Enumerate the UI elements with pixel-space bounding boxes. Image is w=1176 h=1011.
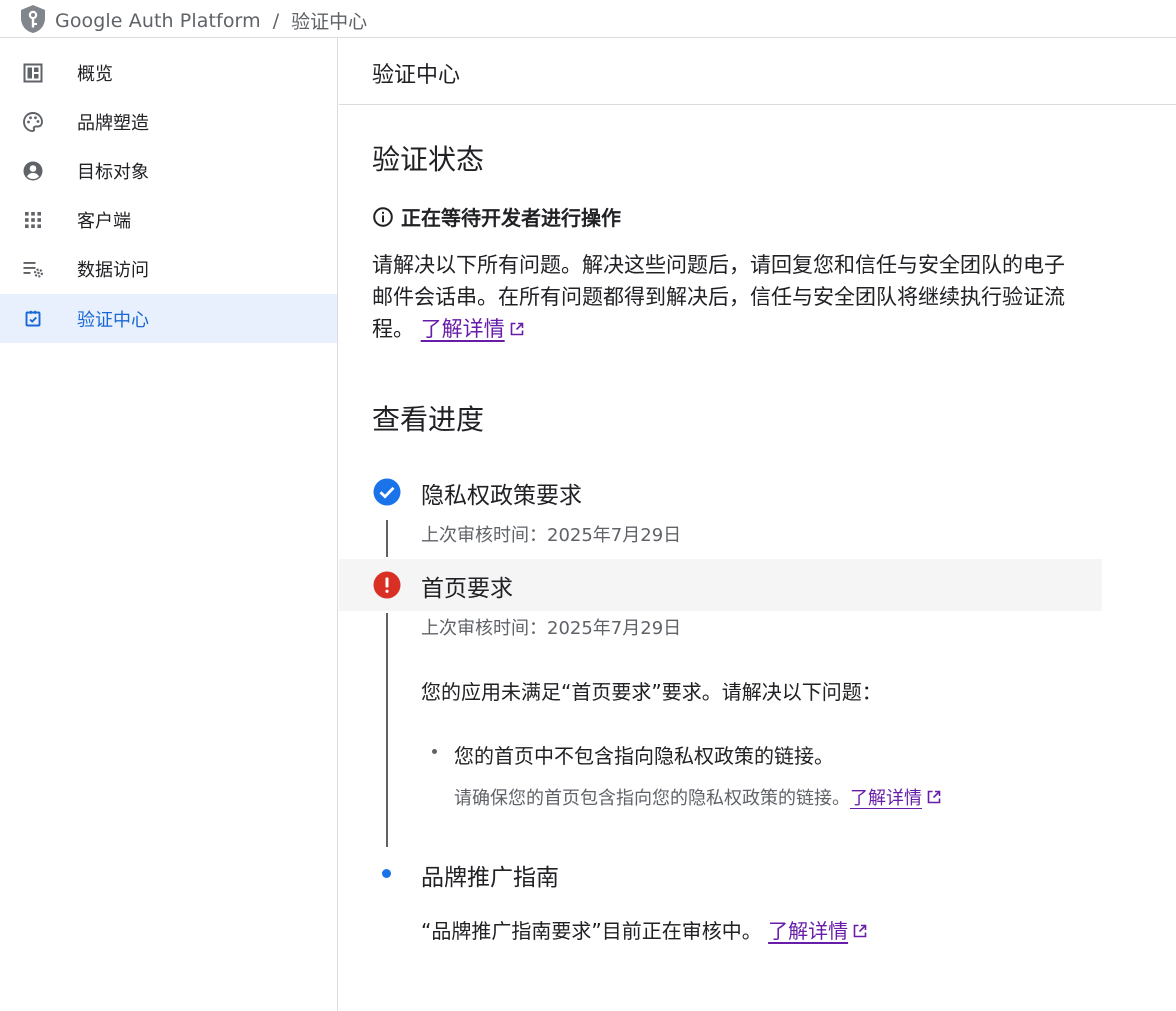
check-circle-icon xyxy=(373,478,401,506)
step-row-homepage[interactable]: 首页要求 xyxy=(339,559,1102,611)
issue-detail-text: 请确保您的首页包含指向您的隐私权政策的链接。 xyxy=(454,788,850,809)
sidebar-item-audience[interactable]: 目标对象 xyxy=(0,146,337,195)
timeline-connector xyxy=(386,613,388,847)
error-icon xyxy=(373,571,401,599)
list-settings-icon xyxy=(23,262,44,278)
step-title: 隐私权政策要求 xyxy=(421,483,582,509)
external-link-icon xyxy=(853,924,867,938)
issue-bullet xyxy=(432,749,437,754)
shield-key-icon xyxy=(21,5,45,33)
step-title: 首页要求 xyxy=(421,576,513,602)
sidebar-nav: 概览 品牌塑造 目标对象 客户端 数据访问 验证中心 xyxy=(0,38,338,1011)
sidebar-item-label: 目标对象 xyxy=(77,162,149,183)
external-link-icon xyxy=(927,790,941,804)
status-description: 请解决以下所有问题。解决这些问题后，请回复您和信任与安全团队的电子邮件会话串。在… xyxy=(372,249,1082,345)
breadcrumb-separator: / xyxy=(272,9,280,32)
status-line: 正在等待开发者进行操作 xyxy=(372,202,621,231)
status-text: 正在等待开发者进行操作 xyxy=(401,206,621,230)
info-icon xyxy=(373,206,393,227)
account-circle-icon xyxy=(23,161,43,181)
step-last-review: 上次审核时间：2025年7月29日 xyxy=(421,618,682,639)
top-bar: Google Auth Platform / 验证中心 xyxy=(0,0,1176,38)
learn-more-link[interactable]: 了解详情 xyxy=(768,919,848,943)
grid-icon xyxy=(25,212,41,228)
issue-detail: 请确保您的首页包含指向您的隐私权政策的链接。了解详情 xyxy=(454,784,942,810)
external-link-icon xyxy=(510,322,523,336)
verification-status-heading: 验证状态 xyxy=(372,143,485,176)
sidebar-item-label: 数据访问 xyxy=(77,260,149,281)
dashboard-icon xyxy=(23,63,43,83)
breadcrumb-app-name[interactable]: Google Auth Platform xyxy=(55,10,261,32)
issue-title: 您的首页中不包含指向隐私权政策的链接。 xyxy=(454,744,834,768)
sidebar-item-label: 品牌塑造 xyxy=(77,113,149,134)
step-message: 您的应用未满足“首页要求”要求。请解决以下问题： xyxy=(421,680,882,704)
page-title: 验证中心 xyxy=(372,63,461,88)
step-message-row: “品牌推广指南要求”目前正在审核中。 了解详情 xyxy=(421,915,868,944)
step-title: 品牌推广指南 xyxy=(421,865,559,891)
sidebar-item-label: 概览 xyxy=(77,64,113,85)
sidebar-item-label: 验证中心 xyxy=(77,310,149,331)
sidebar-item-clients[interactable]: 客户端 xyxy=(0,195,337,244)
learn-more-link[interactable]: 了解详情 xyxy=(850,788,922,809)
sidebar-item-data-access[interactable]: 数据访问 xyxy=(0,244,337,293)
sidebar-item-branding[interactable]: 品牌塑造 xyxy=(0,97,337,146)
dot-icon xyxy=(382,869,391,878)
main-content: 验证中心 验证状态 正在等待开发者进行操作 请解决以下所有问题。解决这些问题后，… xyxy=(339,38,1176,1011)
main-header: 验证中心 xyxy=(339,38,1176,105)
sidebar-item-overview[interactable]: 概览 xyxy=(0,48,337,97)
step-last-review: 上次审核时间：2025年7月29日 xyxy=(421,525,682,546)
timeline-connector xyxy=(386,520,388,557)
checkbox-icon xyxy=(25,310,41,327)
progress-heading: 查看进度 xyxy=(372,403,485,436)
palette-icon xyxy=(23,112,43,132)
learn-more-link[interactable]: 了解详情 xyxy=(421,317,505,341)
sidebar-item-label: 客户端 xyxy=(77,211,131,232)
step-message: “品牌推广指南要求”目前正在审核中。 xyxy=(421,919,762,943)
breadcrumb: Google Auth Platform / 验证中心 xyxy=(55,7,367,34)
breadcrumb-current-page: 验证中心 xyxy=(291,11,368,33)
sidebar-item-verification-center[interactable]: 验证中心 xyxy=(0,294,337,343)
